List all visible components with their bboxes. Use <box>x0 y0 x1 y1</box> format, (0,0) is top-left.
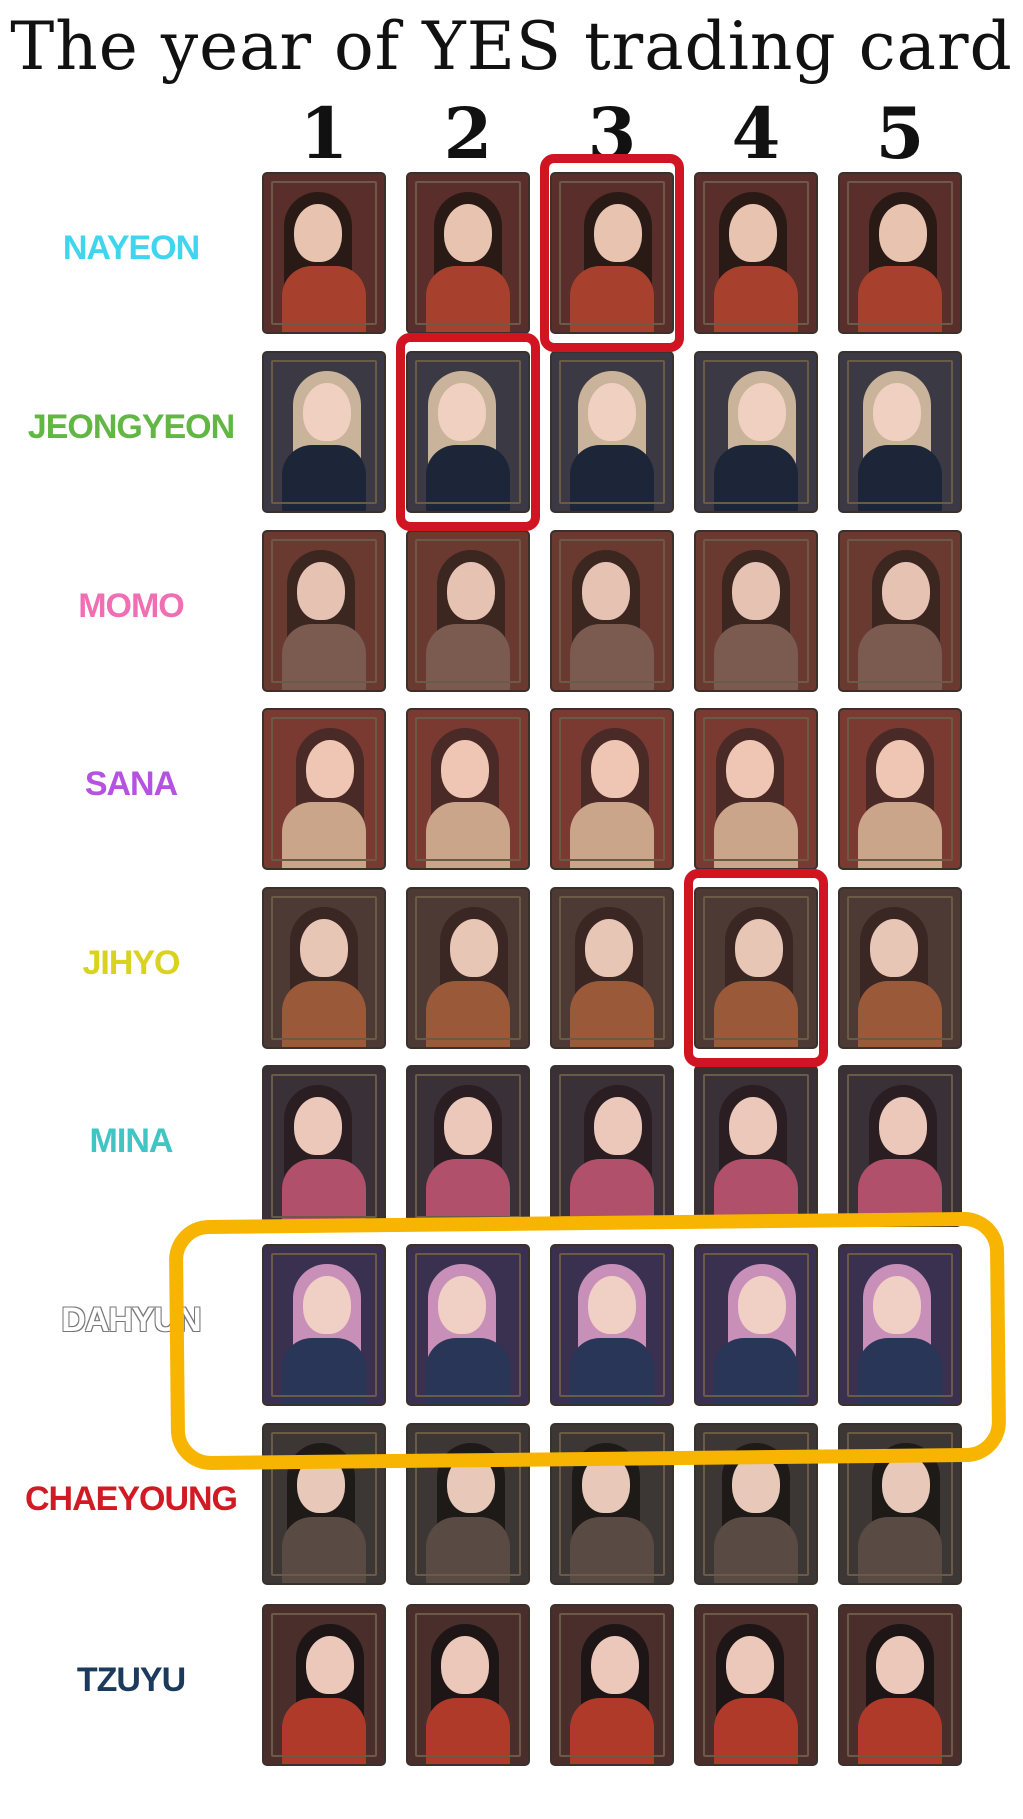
member-label-nayeon: NAYEON <box>62 229 200 267</box>
card-frame <box>271 360 377 504</box>
card-frame <box>847 539 953 683</box>
photocard-nayeon-1 <box>264 174 384 332</box>
card-frame <box>703 1074 809 1218</box>
photocard-mina-4 <box>696 1067 816 1225</box>
photocard-momo-2 <box>408 532 528 690</box>
member-label-jeongyeon: JEONGYEON <box>27 408 235 446</box>
photocard-momo-4 <box>696 532 816 690</box>
card-frame <box>559 360 665 504</box>
member-label-momo: MOMO <box>78 587 185 625</box>
card-frame <box>271 181 377 325</box>
card-frame <box>559 539 665 683</box>
member-label-chaeyoung: CHAEYOUNG <box>24 1480 238 1518</box>
card-frame <box>703 360 809 504</box>
card-frame <box>703 181 809 325</box>
card-frame <box>415 181 521 325</box>
photocard-tzuyu-2 <box>408 1606 528 1764</box>
photocard-jihyo-2 <box>408 889 528 1047</box>
photocard-jeongyeon-3 <box>552 353 672 511</box>
card-frame <box>271 717 377 861</box>
card-frame <box>271 896 377 1040</box>
red-marker-nayeon-3 <box>540 154 684 352</box>
photocard-jihyo-5 <box>840 889 960 1047</box>
photocard-tzuyu-1 <box>264 1606 384 1764</box>
card-frame <box>415 1074 521 1218</box>
photocard-nayeon-5 <box>840 174 960 332</box>
card-frame <box>559 717 665 861</box>
member-label-jihyo: JIHYO <box>82 944 180 982</box>
card-frame <box>847 360 953 504</box>
photocard-tzuyu-4 <box>696 1606 816 1764</box>
red-marker-jeongyeon-2 <box>396 333 540 531</box>
photocard-jeongyeon-4 <box>696 353 816 511</box>
column-number-2: 2 <box>443 92 493 175</box>
red-marker-jihyo-4 <box>684 869 828 1067</box>
photocard-mina-2 <box>408 1067 528 1225</box>
photocard-jihyo-1 <box>264 889 384 1047</box>
photocard-mina-5 <box>840 1067 960 1225</box>
card-frame <box>271 539 377 683</box>
card-frame <box>415 717 521 861</box>
photocard-sana-1 <box>264 710 384 868</box>
card-frame <box>559 1074 665 1218</box>
photocard-tzuyu-3 <box>552 1606 672 1764</box>
photocard-nayeon-4 <box>696 174 816 332</box>
photocard-tzuyu-5 <box>840 1606 960 1764</box>
photocard-momo-5 <box>840 532 960 690</box>
card-frame <box>703 539 809 683</box>
column-number-4: 4 <box>731 92 781 175</box>
photocard-sana-2 <box>408 710 528 868</box>
photocard-nayeon-2 <box>408 174 528 332</box>
member-label-sana: SANA <box>84 765 178 803</box>
card-frame <box>847 896 953 1040</box>
member-label-mina: MINA <box>89 1122 174 1160</box>
card-frame <box>271 1613 377 1757</box>
page-title: The year of YES trading card <box>10 8 1013 85</box>
photocard-sana-5 <box>840 710 960 868</box>
photocard-momo-1 <box>264 532 384 690</box>
card-frame <box>415 539 521 683</box>
photocard-jeongyeon-1 <box>264 353 384 511</box>
column-number-1: 1 <box>299 92 349 175</box>
photocard-momo-3 <box>552 532 672 690</box>
member-label-tzuyu: TZUYU <box>76 1661 186 1699</box>
card-frame <box>415 1613 521 1757</box>
photocard-mina-3 <box>552 1067 672 1225</box>
column-number-5: 5 <box>875 92 925 175</box>
card-frame <box>847 1613 953 1757</box>
photocard-jeongyeon-5 <box>840 353 960 511</box>
card-frame <box>847 717 953 861</box>
card-frame <box>559 1613 665 1757</box>
card-frame <box>559 896 665 1040</box>
card-frame <box>847 1074 953 1218</box>
photocard-sana-3 <box>552 710 672 868</box>
card-frame <box>703 717 809 861</box>
photocard-sana-4 <box>696 710 816 868</box>
card-frame <box>271 1074 377 1218</box>
card-frame <box>703 1613 809 1757</box>
card-frame <box>847 181 953 325</box>
yellow-marker-dahyun-row <box>168 1211 1007 1471</box>
card-frame <box>415 896 521 1040</box>
photocard-jihyo-3 <box>552 889 672 1047</box>
photocard-mina-1 <box>264 1067 384 1225</box>
